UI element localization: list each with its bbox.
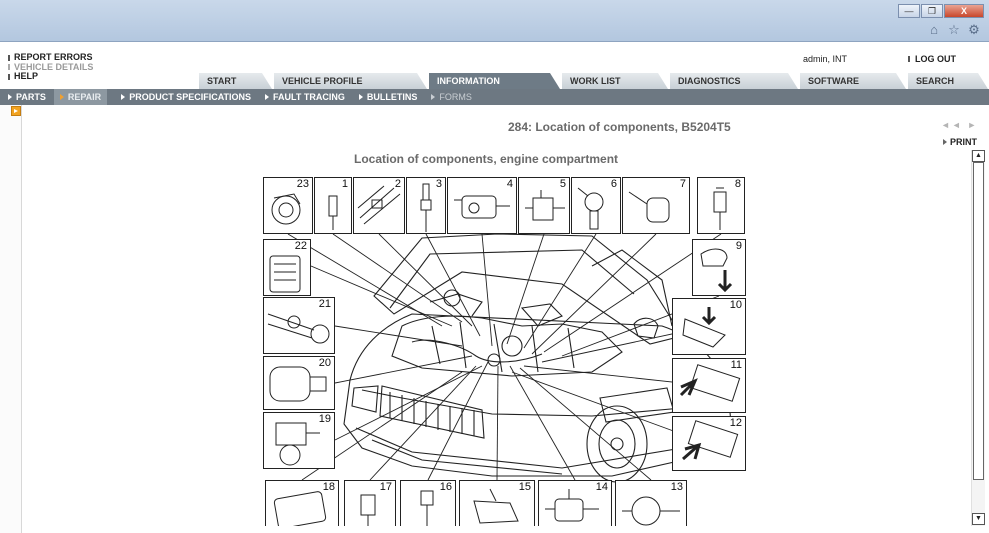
component-callout[interactable]: 6: [571, 177, 621, 234]
component-callout[interactable]: 18: [265, 480, 339, 526]
gear-icon[interactable]: ⚙: [967, 23, 981, 37]
component-callout[interactable]: 9: [692, 239, 746, 296]
leader-line: [427, 361, 489, 481]
component-callout[interactable]: 21: [263, 297, 335, 354]
scroll-thumb[interactable]: [973, 162, 984, 480]
document-tree-rail: [0, 105, 22, 533]
component-callout[interactable]: 22: [263, 239, 311, 296]
component-callout[interactable]: 11: [672, 358, 746, 413]
expand-tree-icon[interactable]: [11, 106, 21, 116]
current-user: admin, INT: [803, 54, 848, 64]
print-button[interactable]: PRINT: [943, 137, 977, 147]
header-links: REPORT ERRORS VEHICLE DETAILS HELP: [8, 52, 93, 82]
arrow-right-icon: [358, 94, 363, 100]
window-titlebar: — ❐ X ⌂ ☆ ⚙: [0, 0, 989, 42]
leader-line: [506, 233, 545, 345]
leader-line: [481, 233, 493, 347]
subnav-forms[interactable]: FORMS: [431, 92, 472, 102]
leader-line: [519, 367, 652, 481]
tab-start[interactable]: START: [199, 73, 272, 89]
component-callout[interactable]: 13: [615, 480, 687, 526]
arrow-right-icon: [121, 94, 126, 100]
tab-software[interactable]: SOFTWARE: [800, 73, 906, 89]
close-button[interactable]: X: [944, 4, 984, 18]
component-callout[interactable]: 3: [406, 177, 446, 234]
component-callout[interactable]: 17: [344, 480, 396, 526]
component-callout[interactable]: 23: [263, 177, 313, 234]
tab-work-list[interactable]: WORK LIST: [562, 73, 668, 89]
component-callout[interactable]: 5: [518, 177, 570, 234]
component-callout[interactable]: 20: [263, 356, 335, 410]
scroll-up-icon[interactable]: ▲: [972, 150, 985, 162]
tab-diagnostics[interactable]: DIAGNOSTICS: [670, 73, 798, 89]
minimize-button[interactable]: —: [898, 4, 920, 18]
leader-line: [496, 365, 499, 481]
component-callout[interactable]: 19: [263, 412, 335, 469]
subnav-fault-tracing[interactable]: FAULT TRACING: [265, 92, 345, 102]
subnav-bulletins[interactable]: BULLETINS: [358, 92, 417, 102]
component-callout[interactable]: 12: [672, 416, 746, 471]
main-tabs: START VEHICLE PROFILE INFORMATION WORK L…: [199, 73, 989, 89]
star-icon[interactable]: ☆: [947, 23, 961, 37]
leader-line: [378, 233, 473, 327]
leader-line: [334, 365, 483, 441]
component-callout[interactable]: 8: [697, 177, 745, 234]
component-callout[interactable]: 16: [400, 480, 456, 526]
component-callout[interactable]: 10: [672, 298, 746, 355]
arrow-right-icon: [59, 94, 64, 100]
document-title: 284: Location of components, B5204T5: [508, 120, 731, 134]
content-scrollbar[interactable]: ▲ ▼: [971, 150, 985, 526]
component-callout[interactable]: 2: [353, 177, 405, 234]
subnav-parts[interactable]: PARTS: [8, 92, 46, 102]
subnav-repair[interactable]: REPAIR: [53, 89, 108, 105]
component-location-diagram: 23 1 2 3 4 5 6 7 8 22 21 20 19 9 10 11 1…: [262, 176, 748, 526]
arrow-right-icon: [265, 94, 270, 100]
component-callout[interactable]: 4: [447, 177, 517, 234]
page-navigation[interactable]: ◄◄ ►: [941, 120, 978, 130]
component-callout[interactable]: 15: [459, 480, 535, 526]
arrow-right-icon: [8, 94, 12, 100]
component-callout[interactable]: 7: [622, 177, 690, 234]
tab-search[interactable]: SEARCH: [908, 73, 988, 89]
browser-tools: ⌂ ☆ ⚙: [927, 23, 981, 37]
restore-button[interactable]: ❐: [921, 4, 943, 18]
figure-title: Location of components, engine compartme…: [354, 152, 619, 166]
subnav-product-specifications[interactable]: PRODUCT SPECIFICATIONS: [121, 92, 251, 102]
leader-line: [425, 233, 481, 337]
leader-line: [332, 233, 463, 323]
logout-button[interactable]: LOG OUT: [908, 54, 956, 64]
help-link[interactable]: HELP: [8, 71, 93, 82]
sub-navigation: PARTS REPAIR PRODUCT SPECIFICATIONS FAUL…: [0, 89, 989, 105]
tab-vehicle-profile[interactable]: VEHICLE PROFILE: [274, 73, 427, 89]
window-controls: — ❐ X: [897, 4, 984, 18]
leader-line: [334, 325, 463, 347]
arrow-right-icon: [431, 94, 436, 100]
home-icon[interactable]: ⌂: [927, 23, 941, 37]
component-callout[interactable]: 1: [314, 177, 352, 234]
tab-information[interactable]: INFORMATION: [429, 73, 560, 89]
component-callout[interactable]: 14: [538, 480, 612, 526]
arrow-right-icon: [943, 139, 947, 145]
scroll-down-icon[interactable]: ▼: [972, 513, 985, 525]
